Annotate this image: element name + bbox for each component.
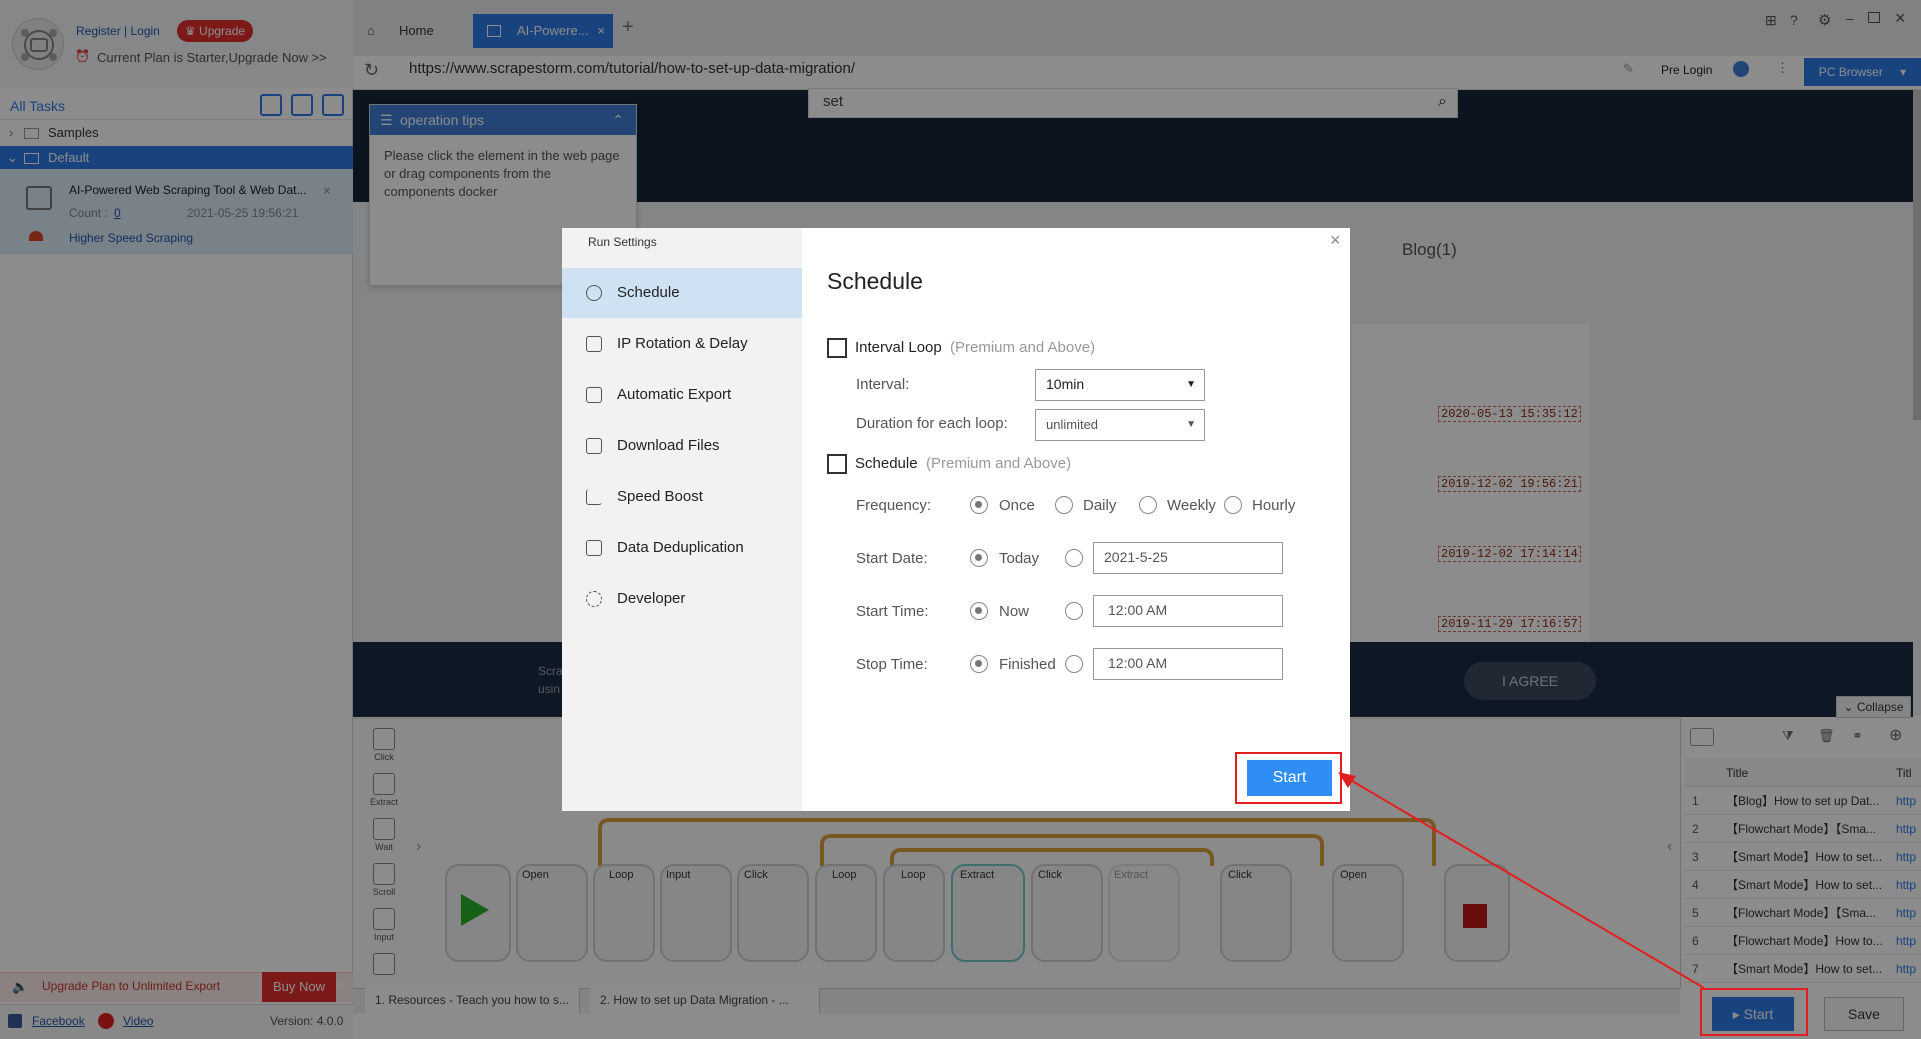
menu-ip-rotation[interactable]: IP Rotation & Delay bbox=[562, 319, 802, 369]
menu-speed-boost[interactable]: Speed Boost bbox=[562, 472, 802, 522]
menu-developer[interactable]: Developer bbox=[562, 574, 802, 624]
menu-label: Schedule bbox=[617, 284, 680, 301]
start-time-label: Start Time: bbox=[856, 603, 929, 620]
frequency-once-radio[interactable] bbox=[970, 496, 988, 514]
premium-note: (Premium and Above) bbox=[926, 455, 1072, 472]
stop-time-finished-radio[interactable] bbox=[970, 655, 988, 673]
file-icon bbox=[586, 438, 602, 454]
start-time-input[interactable]: 12:00 AM bbox=[1093, 595, 1283, 627]
gear-icon bbox=[586, 591, 602, 607]
frequency-option: Once bbox=[999, 497, 1035, 514]
start-date-label: Start Date: bbox=[856, 550, 928, 567]
schedule-checkbox[interactable] bbox=[827, 454, 847, 474]
ip-icon bbox=[586, 336, 602, 352]
close-icon[interactable]: × bbox=[1330, 230, 1341, 251]
today-label: Today bbox=[999, 550, 1040, 567]
interval-loop-checkbox[interactable] bbox=[827, 338, 847, 358]
caret-down-icon: ▼ bbox=[1186, 419, 1196, 430]
duration-label: Duration for each loop: bbox=[856, 415, 1008, 432]
menu-label: Automatic Export bbox=[617, 386, 732, 403]
menu-label: Download Files bbox=[617, 437, 720, 454]
interval-loop-label: Interval Loop bbox=[855, 339, 942, 356]
interval-select[interactable]: 10min ▼ bbox=[1035, 369, 1205, 401]
annotation-box bbox=[1235, 752, 1342, 804]
interval-label: Interval: bbox=[856, 376, 910, 393]
now-label: Now bbox=[999, 603, 1030, 620]
dialog-title: Run Settings bbox=[588, 235, 657, 249]
stop-time-label: Stop Time: bbox=[856, 656, 928, 673]
menu-label: IP Rotation & Delay bbox=[617, 335, 748, 352]
chart-icon bbox=[586, 489, 602, 505]
schedule-label: Schedule bbox=[855, 455, 918, 472]
frequency-option: Daily bbox=[1083, 497, 1117, 514]
start-date-custom-radio[interactable] bbox=[1065, 549, 1083, 567]
clock-icon bbox=[586, 285, 602, 301]
caret-down-icon: ▼ bbox=[1186, 379, 1196, 390]
start-date-today-radio[interactable] bbox=[970, 549, 988, 567]
stop-time-custom-radio[interactable] bbox=[1065, 655, 1083, 673]
menu-data-deduplication[interactable]: Data Deduplication bbox=[562, 523, 802, 573]
duration-select[interactable]: unlimited ▼ bbox=[1035, 409, 1205, 441]
annotation-arrow bbox=[1338, 772, 1705, 989]
start-time-custom-radio[interactable] bbox=[1065, 602, 1083, 620]
stop-time-input[interactable]: 12:00 AM bbox=[1093, 648, 1283, 680]
frequency-label: Frequency: bbox=[856, 497, 932, 514]
menu-automatic-export[interactable]: Automatic Export bbox=[562, 370, 802, 420]
section-heading: Schedule bbox=[827, 268, 923, 294]
list-icon bbox=[586, 540, 602, 556]
menu-label: Speed Boost bbox=[617, 488, 703, 505]
frequency-option: Hourly bbox=[1252, 497, 1296, 514]
start-date-input[interactable]: 2021-5-25 bbox=[1093, 542, 1283, 574]
menu-label: Data Deduplication bbox=[617, 539, 744, 556]
menu-label: Developer bbox=[617, 590, 686, 607]
menu-download-files[interactable]: Download Files bbox=[562, 421, 802, 471]
frequency-weekly-radio[interactable] bbox=[1139, 496, 1157, 514]
export-icon bbox=[586, 387, 602, 403]
finished-label: Finished bbox=[999, 656, 1056, 673]
frequency-hourly-radio[interactable] bbox=[1224, 496, 1242, 514]
frequency-option: Weekly bbox=[1167, 497, 1216, 514]
premium-note: (Premium and Above) bbox=[950, 339, 1096, 356]
menu-schedule[interactable]: Schedule bbox=[562, 268, 802, 318]
interval-value: 10min bbox=[1046, 376, 1085, 392]
duration-value: unlimited bbox=[1046, 417, 1099, 432]
start-time-now-radio[interactable] bbox=[970, 602, 988, 620]
frequency-daily-radio[interactable] bbox=[1055, 496, 1073, 514]
